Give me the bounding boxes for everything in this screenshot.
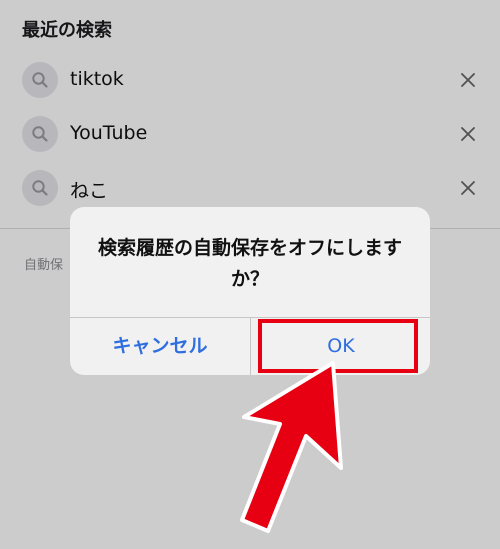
- confirm-dialog: 検索履歴の自動保存をオフにしますか？ キャンセル OK: [70, 207, 430, 375]
- ok-button[interactable]: OK: [251, 318, 430, 375]
- dialog-message: 検索履歴の自動保存をオフにしますか？: [97, 237, 402, 290]
- cancel-button[interactable]: キャンセル: [70, 318, 250, 375]
